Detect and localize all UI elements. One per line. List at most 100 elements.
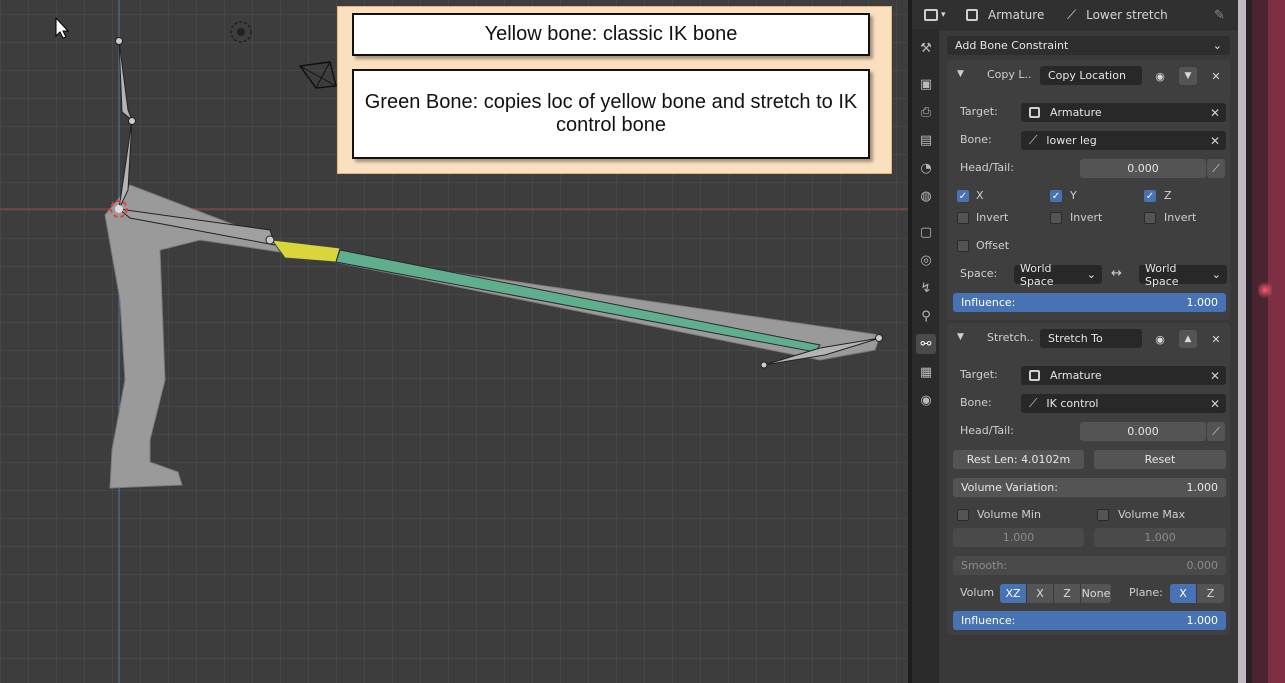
- collapse-triangle-icon[interactable]: ▼: [957, 69, 964, 79]
- chevron-down-icon: ▾: [941, 10, 946, 20]
- visibility-eye-icon[interactable]: ◉: [1151, 67, 1169, 85]
- cl-target-space-dropdown[interactable]: World Space ⌄: [1139, 262, 1227, 288]
- delete-constraint-icon[interactable]: ✕: [1207, 67, 1225, 85]
- st-volume-max-checkbox[interactable]: [1097, 509, 1109, 521]
- volume-option-x[interactable]: X: [1027, 584, 1054, 603]
- clear-icon[interactable]: ✕: [1210, 134, 1220, 148]
- st-bone-field[interactable]: ⟋ IK control ✕: [1021, 394, 1226, 413]
- st-target-value: Armature: [1050, 369, 1102, 382]
- plane-option-z[interactable]: Z: [1197, 584, 1224, 603]
- stretch-to-name-field[interactable]: Stretch To: [1040, 329, 1142, 348]
- editor-type-menu[interactable]: ▾: [924, 7, 946, 23]
- cl-invert-y-label: Invert: [1070, 211, 1103, 224]
- output-tab-icon[interactable]: ⎙: [916, 102, 936, 122]
- tool-tab-icon[interactable]: ⚒: [916, 38, 936, 58]
- render-tab-icon[interactable]: ▣: [916, 74, 936, 94]
- plane-option-x[interactable]: X: [1170, 584, 1197, 603]
- light-icon[interactable]: [230, 21, 252, 43]
- st-volume-min-checkbox[interactable]: [957, 509, 969, 521]
- cl-influence-slider[interactable]: Influence: 1.000: [953, 293, 1226, 312]
- st-smooth-field[interactable]: Smooth: 0.000: [953, 556, 1226, 575]
- st-plane-selector: X Z: [1170, 584, 1224, 603]
- cl-invert-z-label: Invert: [1164, 211, 1197, 224]
- volume-option-none[interactable]: None: [1081, 584, 1111, 603]
- physics-tab-icon[interactable]: ↯: [916, 278, 936, 298]
- st-volume-variation-field[interactable]: Volume Variation: 1.000: [953, 478, 1226, 497]
- world-tab-icon[interactable]: ◍: [916, 186, 936, 206]
- joint-ik-control[interactable]: [875, 334, 883, 342]
- st-volume-max-field[interactable]: 1.000: [1094, 528, 1226, 547]
- bbone-curve-icon[interactable]: ⟋: [1207, 422, 1225, 441]
- volume-option-z[interactable]: Z: [1054, 584, 1081, 603]
- modifier-tab-icon[interactable]: ◎: [916, 250, 936, 270]
- cl-y-checkbox[interactable]: ✓: [1050, 190, 1062, 202]
- texture-tab-icon[interactable]: ▦: [916, 362, 936, 382]
- cl-headtail-label: Head/Tail:: [960, 161, 1014, 174]
- upper-bone[interactable]: [118, 40, 134, 122]
- bone-icon: ⟋: [1029, 396, 1038, 410]
- st-volume-variation-label: Volume Variation:: [961, 481, 1058, 494]
- move-up-icon[interactable]: ▲: [1179, 330, 1197, 348]
- st-influence-slider[interactable]: Influence: 1.000: [953, 611, 1226, 630]
- cl-axis-row: ✓ X ✓ Y ✓ Z: [939, 185, 1238, 207]
- clear-icon[interactable]: ✕: [1210, 106, 1220, 120]
- st-volume-values-row: 1.000 1.000: [939, 526, 1238, 548]
- st-headtail-row: Head/Tail: 0.000 ⟋: [939, 420, 1238, 442]
- st-bone-label: Bone:: [960, 396, 992, 409]
- cl-y-label: Y: [1070, 189, 1077, 202]
- bone-constraint-tab-icon[interactable]: ⚯: [916, 334, 936, 354]
- cl-x-checkbox[interactable]: ✓: [957, 190, 969, 202]
- armature-data-tab-icon[interactable]: ⚲: [916, 306, 936, 326]
- 3d-viewport[interactable]: Yellow bone: classic IK bone Green Bone:…: [0, 0, 908, 683]
- clear-icon[interactable]: ✕: [1210, 369, 1220, 383]
- material-tab-icon[interactable]: ◉: [916, 390, 936, 410]
- st-volume-min-field[interactable]: 1.000: [953, 528, 1084, 547]
- cl-target-value: Armature: [1050, 106, 1102, 119]
- st-target-field[interactable]: Armature ✕: [1021, 366, 1226, 385]
- cl-invert-z-checkbox[interactable]: [1144, 212, 1156, 224]
- visibility-eye-icon[interactable]: ◉: [1151, 330, 1169, 348]
- move-down-icon[interactable]: ▼: [1179, 67, 1197, 85]
- breadcrumb-bone: ⟋ Lower stretch: [1067, 7, 1168, 23]
- joint-toe[interactable]: [760, 361, 768, 369]
- st-volume-plane-row: Volum XZ X Z None Plane: X Z: [939, 582, 1238, 604]
- volume-option-xz[interactable]: XZ: [1000, 584, 1027, 603]
- st-reset-button[interactable]: Reset: [1094, 450, 1226, 469]
- cl-bone-row: Bone: ⟋ lower leg ✕: [939, 129, 1238, 151]
- cl-target-field[interactable]: Armature ✕: [1021, 103, 1226, 122]
- bbone-curve-icon[interactable]: ⟋: [1207, 159, 1225, 178]
- delete-constraint-icon[interactable]: ✕: [1207, 330, 1225, 348]
- st-headtail-field[interactable]: 0.000: [1080, 422, 1206, 441]
- properties-header: ▾ Armature ⟋ Lower stretch ✎: [912, 0, 1238, 30]
- cl-invert-x-checkbox[interactable]: [957, 212, 969, 224]
- clear-icon[interactable]: ✕: [1210, 397, 1220, 411]
- pin-icon[interactable]: ✎: [1214, 7, 1225, 23]
- st-rest-length-field[interactable]: Rest Len: 4.0102m: [953, 450, 1084, 469]
- st-influence-label: Influence:: [961, 614, 1016, 627]
- cl-offset-checkbox[interactable]: [957, 240, 969, 252]
- cl-z-checkbox[interactable]: ✓: [1144, 190, 1156, 202]
- yellow-ik-bone[interactable]: [270, 239, 341, 263]
- view-layer-tab-icon[interactable]: ▤: [916, 130, 936, 150]
- joint-knee[interactable]: [265, 235, 275, 245]
- copy-location-name-field[interactable]: Copy Location: [1040, 66, 1142, 85]
- add-bone-constraint-dropdown[interactable]: Add Bone Constraint ⌄: [947, 36, 1230, 55]
- cl-headtail-field[interactable]: 0.000: [1080, 159, 1206, 178]
- st-volume-min-label: Volume Min: [977, 508, 1041, 521]
- cl-target-label: Target:: [960, 105, 998, 118]
- chevron-down-icon: ⌄: [1212, 39, 1222, 52]
- scene-tab-icon[interactable]: ◔: [916, 158, 936, 178]
- joint-hip[interactable]: [128, 117, 136, 125]
- joint-head[interactable]: [115, 37, 123, 45]
- camera-icon[interactable]: [298, 61, 337, 89]
- object-tab-icon[interactable]: ▢: [916, 222, 936, 242]
- collapse-triangle-icon[interactable]: ▼: [957, 332, 964, 342]
- green-stretch-bone[interactable]: [335, 249, 821, 353]
- cl-owner-space-dropdown[interactable]: World Space ⌄: [1014, 262, 1102, 288]
- st-rest-length-value: 4.0102m: [1021, 453, 1071, 466]
- chevron-down-icon: ⌄: [1211, 268, 1221, 281]
- cl-invert-y-checkbox[interactable]: [1050, 212, 1062, 224]
- cl-bone-field[interactable]: ⟋ lower leg ✕: [1021, 131, 1226, 150]
- armature-object-icon: [1029, 107, 1040, 118]
- stretch-to-header: ▼ Stretch.. Stretch To ◉ ▲ ✕: [939, 327, 1238, 349]
